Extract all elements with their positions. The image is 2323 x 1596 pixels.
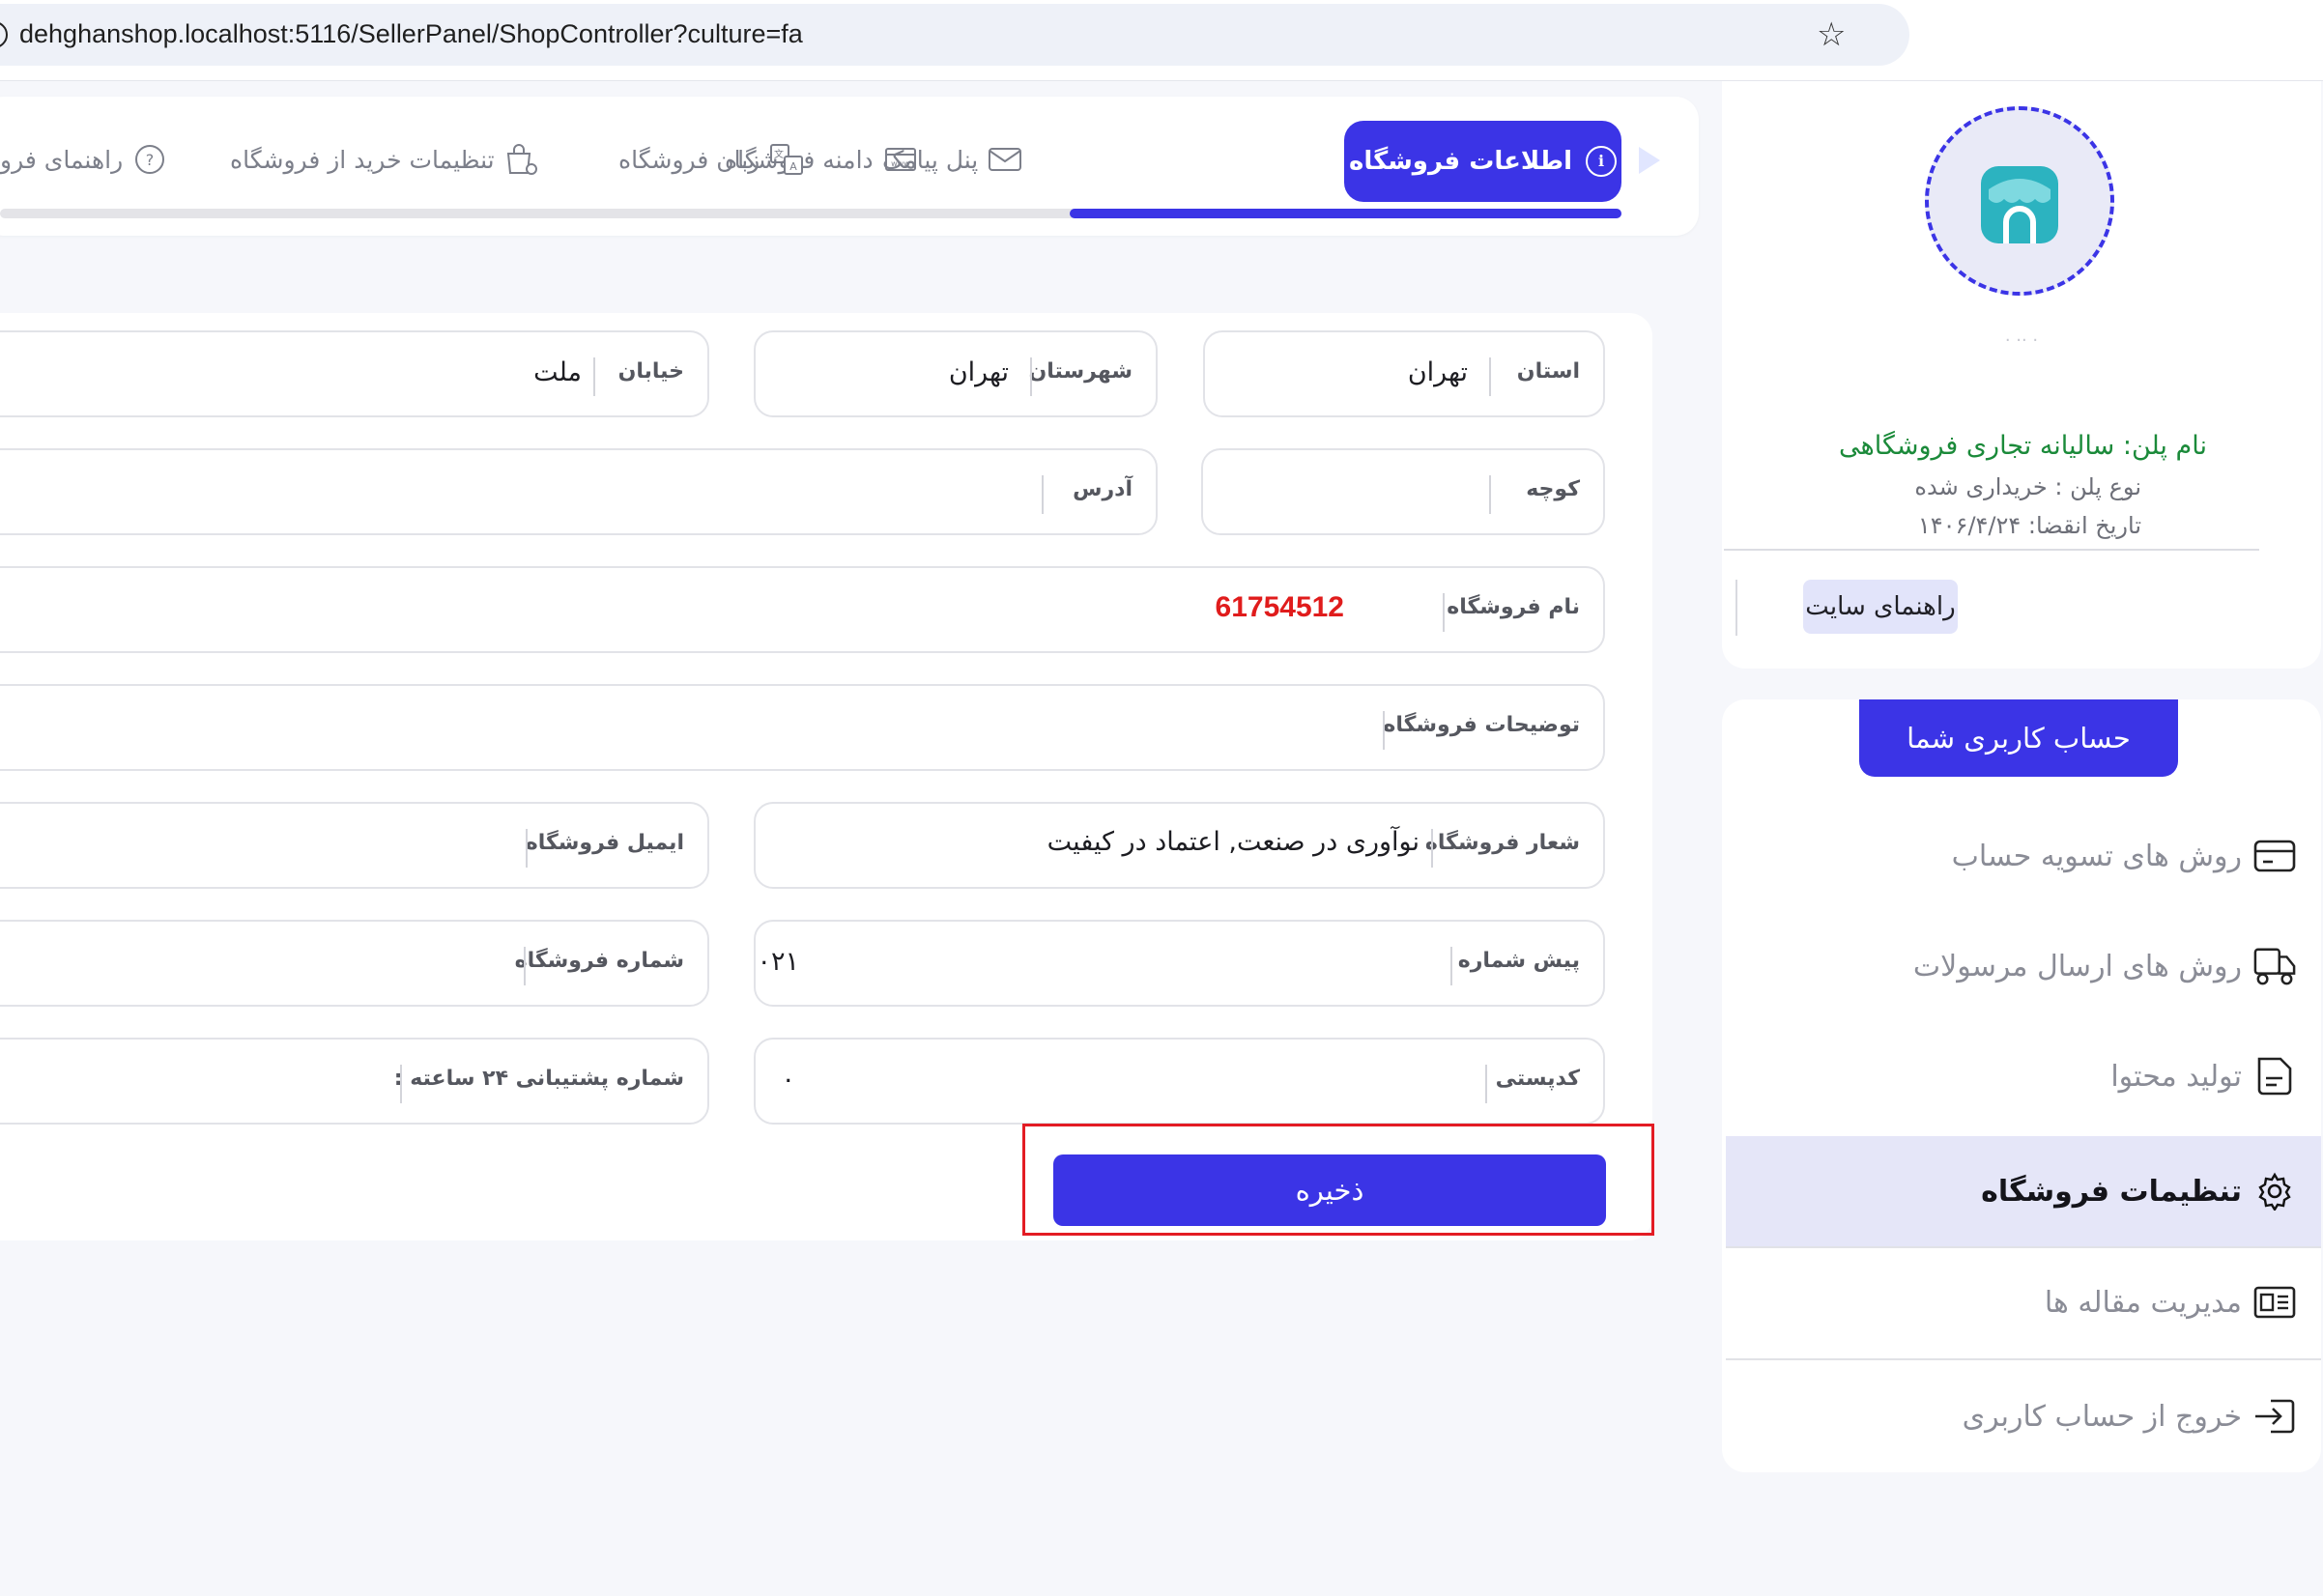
faded-username: · ·· · xyxy=(2004,330,2039,351)
tab-label: زبان فروشگاه xyxy=(618,145,760,174)
tab-label: اطلاعات فروشگاه xyxy=(1349,147,1573,176)
shop-phone-field[interactable]: شماره فروشگاه ۔ xyxy=(0,920,709,1007)
shop-avatar[interactable] xyxy=(1925,106,2114,296)
sidebar-item-label: خروج از حساب کاربری xyxy=(1962,1399,2242,1434)
mail-icon xyxy=(988,143,1022,176)
field-label: آدرس xyxy=(1073,477,1133,501)
document-icon xyxy=(2253,1055,2296,1097)
info-circle-icon: i xyxy=(1586,146,1618,177)
gear-icon xyxy=(2253,1170,2296,1212)
sidebar-item-label: تولید محتوا xyxy=(2110,1059,2242,1094)
address-bar[interactable]: i dehghanshop.localhost:5116/SellerPanel… xyxy=(0,4,1909,66)
field-label: شماره فروشگاه xyxy=(514,949,684,973)
help-circle-icon: ? xyxy=(132,143,167,176)
info-icon[interactable]: i xyxy=(0,21,8,48)
tab-sms-panel[interactable]: پنل پیامک xyxy=(882,135,1022,184)
field-label: توضیحات فروشگاه xyxy=(1383,713,1580,737)
profile-card: · ·· · نام پلن: سالیانه تجاری فروشگاهی ن… xyxy=(1722,81,2321,669)
sidebar-item-label: روش های تسویه حساب xyxy=(1951,839,2242,873)
sidebar-item-label: روش های ارسال مرسولات xyxy=(1912,949,2242,983)
shop-description-field[interactable]: توضیحات فروشگاه xyxy=(0,684,1605,771)
sidebar-item-settlement[interactable]: روش های تسویه حساب xyxy=(1726,802,2321,910)
url-text[interactable]: dehghanshop.localhost:5116/SellerPanel/S… xyxy=(19,19,803,49)
field-label: شماره پشتیبانی ۲۴ ساعته : xyxy=(393,1067,684,1091)
address-field[interactable]: آدرس xyxy=(0,448,1158,535)
newspaper-icon xyxy=(2253,1281,2296,1324)
field-label: شهرستان xyxy=(1028,359,1133,384)
tab-label: راهنمای فرو xyxy=(0,145,124,174)
shop-name-field[interactable]: نام فروشگاه 61754512 xyxy=(0,566,1605,653)
shop-slogan-field[interactable]: شعار فروشگاه نوآوری در صنعت, اعتماد در ک… xyxy=(754,802,1605,889)
credit-card-icon xyxy=(2253,835,2296,877)
area-code-value[interactable]: ۰۲۱ xyxy=(757,947,799,977)
sidebar-item-logout[interactable]: خروج از حساب کاربری xyxy=(1726,1362,2321,1470)
city-value[interactable]: تهران xyxy=(949,357,1009,387)
street-field[interactable]: خیابان ملت xyxy=(0,330,709,417)
field-label: کدپستی xyxy=(1495,1067,1580,1091)
tab-label: تنظیمات خرید از فروشگاه xyxy=(230,145,495,174)
vertical-divider xyxy=(1735,580,1737,636)
tab-shop-info[interactable]: i اطلاعات فروشگاه xyxy=(1344,121,1621,202)
field-label: خیابان xyxy=(617,359,684,384)
street-value[interactable]: ملت xyxy=(533,357,582,387)
plan-expiry: تاریخ انقضا: ۱۴۰۶/۴/۲۴ xyxy=(1917,512,2141,539)
sidebar-item-label: مدیریت مقاله ها xyxy=(2044,1285,2242,1320)
sidebar-item-shipping[interactable]: روش های ارسال مرسولات xyxy=(1726,912,2321,1020)
svg-text:?: ? xyxy=(146,151,155,169)
shop-email-field[interactable]: ایمیل فروشگاه . xyxy=(0,802,709,889)
tab-purchase-settings[interactable]: تنظیمات خرید از فروشگاه xyxy=(230,135,539,184)
sidebar-item-articles[interactable]: مدیریت مقاله ها xyxy=(1726,1248,2321,1356)
settings-tabs: i اطلاعات فروشگاه www دامنه فروشگاه پنل … xyxy=(0,97,1699,236)
shop-phone-value[interactable]: ۔ xyxy=(0,947,2,977)
alley-field[interactable]: کوچه xyxy=(1201,448,1605,535)
province-value[interactable]: تهران xyxy=(1408,357,1468,387)
plan-name: نام پلن: سالیانه تجاری فروشگاهی xyxy=(1838,431,2207,461)
shopping-bag-settings-icon xyxy=(504,143,539,176)
tab-label: پنل پیامک xyxy=(882,145,979,174)
tab-shop-language[interactable]: A文 زبان فروشگاه xyxy=(618,135,804,184)
sidebar-item-content[interactable]: تولید محتوا xyxy=(1726,1022,2321,1130)
city-field[interactable]: شهرستان تهران xyxy=(754,330,1158,417)
field-label: پیش شماره xyxy=(1457,949,1580,973)
field-label: نام فروشگاه xyxy=(1447,595,1580,619)
shop-name-value[interactable]: 61754512 xyxy=(1216,591,1344,624)
translate-icon: A文 xyxy=(769,143,804,176)
star-icon[interactable]: ☆ xyxy=(1817,17,1846,52)
your-account-button[interactable]: حساب کاربری شما xyxy=(1859,699,2178,777)
support-phone-field[interactable]: شماره پشتیبانی ۲۴ ساعته : xyxy=(0,1038,709,1125)
shop-slogan-value[interactable]: نوآوری در صنعت, اعتماد در کیفیت xyxy=(1047,827,1420,857)
tabs-progress-fill xyxy=(1070,209,1621,218)
sidebar-menu: حساب کاربری شما روش های تسویه حساب روش ه… xyxy=(1722,699,2321,1472)
area-code-field[interactable]: پیش شماره ۰۲۱ xyxy=(754,920,1605,1007)
plan-type: نوع پلن : خریداری شده xyxy=(1914,473,2141,500)
site-guide-button[interactable]: راهنمای سایت xyxy=(1803,580,1958,634)
tab-shop-guide[interactable]: ? راهنمای فرو xyxy=(0,135,167,184)
field-label: شعار فروشگاه xyxy=(1424,831,1580,855)
shop-email-value[interactable]: . xyxy=(0,829,2,859)
postal-code-value[interactable]: ۰ xyxy=(781,1065,795,1095)
sidebar-item-label: تنظیمات فروشگاه xyxy=(1981,1174,2242,1209)
delivery-truck-icon xyxy=(2253,945,2296,987)
shop-logo-icon xyxy=(1981,166,2058,243)
profile-divider xyxy=(1724,549,2259,551)
field-label: استان xyxy=(1516,359,1580,384)
tabs-scroll-arrow-icon[interactable] xyxy=(1639,147,1660,174)
browser-toolbar: i dehghanshop.localhost:5116/SellerPanel… xyxy=(0,0,2323,81)
logout-icon xyxy=(2253,1395,2296,1438)
tabs-progress-bar xyxy=(0,209,1621,218)
field-label: ایمیل فروشگاه xyxy=(525,831,684,855)
svg-text:A: A xyxy=(789,160,797,173)
province-field[interactable]: استان تهران xyxy=(1203,330,1605,417)
save-button[interactable]: ذخیره xyxy=(1053,1154,1606,1226)
svg-text:文: 文 xyxy=(774,148,784,160)
field-label: کوچه xyxy=(1526,477,1580,501)
postal-code-field[interactable]: کدپستی ۰ xyxy=(754,1038,1605,1125)
sidebar-item-shop-settings[interactable]: تنظیمات فروشگاه xyxy=(1726,1136,2321,1246)
